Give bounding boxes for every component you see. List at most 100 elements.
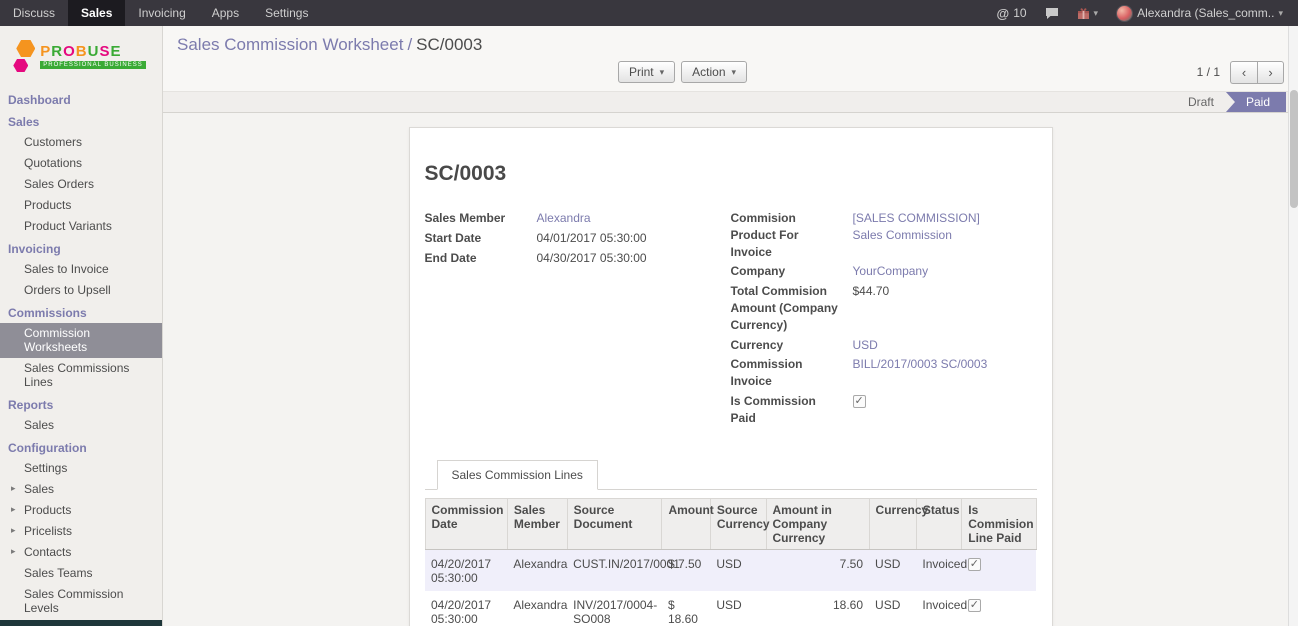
line-paid-checkbox [968,558,981,571]
form-view: SC/0003 Sales Member Alexandra [163,113,1298,626]
nav-item[interactable]: Sales Commission Levels [0,584,162,619]
field-label: Is Commission Paid [731,393,853,427]
nav-item[interactable]: Pricelists [0,521,162,542]
nav-item[interactable]: Product Variants [0,216,162,237]
nav-item[interactable]: Sales to Invoice [0,259,162,280]
cell-amount: $ 18.60 [662,591,710,626]
field-value[interactable]: USD [853,337,878,354]
action-buttons: Print ▾ Action ▾ [618,61,747,83]
app-menu-label: Discuss [13,6,55,20]
nav-item-label: Sales Commission Levels [24,587,123,615]
field-value[interactable]: 04/01/2017 05:30:00 [537,230,647,247]
status-bar: Draft Paid [163,91,1298,113]
breadcrumb-parent-link[interactable]: Sales Commission Worksheet [177,35,403,54]
nav-item-label: Customers [24,135,82,149]
nav-item[interactable]: Sales Orders [0,174,162,195]
nav-section-title[interactable]: Configuration [0,436,162,458]
app-menu-item[interactable]: Discuss [0,0,68,26]
app-menu-item[interactable]: Apps [199,0,252,26]
column-header[interactable]: Amount [662,498,710,549]
pager-previous-button[interactable]: ‹ [1230,61,1257,84]
scrollbar-thumb[interactable] [1290,90,1298,208]
nav-section-title[interactable]: Dashboard [0,88,162,110]
nav-item-label: Sales to Invoice [24,262,109,276]
field-label: End Date [425,250,537,267]
tab-sales-commission-lines[interactable]: Sales Commission Lines [437,460,598,490]
chevron-down-icon: ▾ [1278,8,1283,19]
activity-menu[interactable]: @ 10 [988,0,1036,26]
vertical-scrollbar[interactable] [1288,26,1298,626]
app-menu-label: Apps [212,6,239,20]
form-sheet: SC/0003 Sales Member Alexandra [409,127,1053,626]
nav-item[interactable]: Sales Teams [0,563,162,584]
nav-item[interactable]: Settings [0,458,162,479]
cell-line-paid [962,591,1036,626]
nav-item[interactable]: Commission Worksheets [0,323,162,358]
form-field: Company YourCompany [731,263,1027,280]
activity-count-badge: 10 [1013,6,1026,20]
nav-section: Configuration Settings Sales Products [0,436,162,619]
nav-section-title[interactable]: Reports [0,393,162,415]
nav-item[interactable]: Customers [0,132,162,153]
user-menu[interactable]: Alexandra (Sales_comm.. ▾ [1107,0,1292,26]
nav-section: Invoicing Sales to Invoice Orders to Ups… [0,237,162,301]
status-state[interactable]: Paid [1226,92,1286,112]
field-value[interactable]: $44.70 [853,283,890,333]
nav-item-label: Commission Worksheets [24,326,90,354]
table-row[interactable]: 04/20/2017 05:30:00 Alexandra INV/2017/0… [425,591,1036,626]
field-group-left: Sales Member Alexandra Start Date 04/01/… [425,210,731,430]
nav-item[interactable]: Sales Commissions Lines [0,358,162,393]
nav-item[interactable]: Contacts [0,542,162,563]
action-button[interactable]: Action ▾ [681,61,747,83]
pager-next-button[interactable]: › [1257,61,1284,84]
column-header[interactable]: Source Document [567,498,662,549]
column-header[interactable]: Source Currency [710,498,766,549]
column-header[interactable]: Currency [869,498,916,549]
secondary-menu: Dashboard Sales Customers Quotations [0,88,162,619]
logo-tagline: PROFESSIONAL BUSINESS [40,61,145,69]
nav-item[interactable]: Orders to Upsell [0,280,162,301]
nav-section-title[interactable]: Invoicing [0,237,162,259]
app-menu-item[interactable]: Invoicing [125,0,198,26]
field-label: Company [731,263,853,280]
nav-section-title[interactable]: Commissions [0,301,162,323]
field-label: Commision Product For Invoice [731,210,853,260]
field-value[interactable]: BILL/2017/0003 SC/0003 [853,356,988,390]
column-header[interactable]: Commission Date [425,498,507,549]
field-value[interactable]: [SALES COMMISSION] Sales Commission [853,210,1013,260]
chat-icon [1045,7,1059,20]
field-value[interactable]: 04/30/2017 05:30:00 [537,250,647,267]
messages-menu[interactable] [1036,0,1068,26]
column-header[interactable]: Amount in Company Currency [766,498,869,549]
nav-item-label: Sales Orders [24,177,94,191]
field-value[interactable]: Alexandra [537,210,591,227]
nav-item-label: Sales Teams [24,566,92,580]
nav-item[interactable]: Products [0,500,162,521]
nav-item[interactable]: Quotations [0,153,162,174]
pager: 1 / 1 ‹ › [1197,60,1284,84]
nav-item[interactable]: Sales [0,479,162,500]
nav-section-title[interactable]: Sales [0,110,162,132]
nav-item[interactable]: Products [0,195,162,216]
table-row[interactable]: 04/20/2017 05:30:00 Alexandra CUST.IN/20… [425,549,1036,591]
status-state[interactable]: Draft [1176,92,1226,112]
nav-item[interactable]: Sales [0,415,162,436]
field-value[interactable]: YourCompany [853,263,929,280]
systray-extra-menu[interactable]: ▾ [1068,0,1108,26]
content: Sales Commission Worksheet/SC/0003 Print… [163,26,1298,626]
company-logo[interactable]: PROBUSE PROFESSIONAL BUSINESS [0,26,162,88]
column-header[interactable]: Status [916,498,961,549]
nav-item-label: Pricelists [24,524,72,538]
control-panel: Sales Commission Worksheet/SC/0003 Print… [163,26,1298,91]
checkbox[interactable] [853,395,866,408]
column-header[interactable]: Sales Member [507,498,567,549]
cell-status: Invoiced [916,591,961,626]
print-button[interactable]: Print ▾ [618,61,675,83]
logo-name: PROBUSE [40,44,145,59]
app-menu-item[interactable]: Settings [252,0,321,26]
pager-buttons: ‹ › [1230,61,1284,84]
app-menu-item[interactable]: Sales [68,0,125,26]
field-value[interactable] [853,393,866,427]
column-header[interactable]: Is Commision Line Paid [962,498,1036,549]
app-menu-label: Settings [265,6,308,20]
